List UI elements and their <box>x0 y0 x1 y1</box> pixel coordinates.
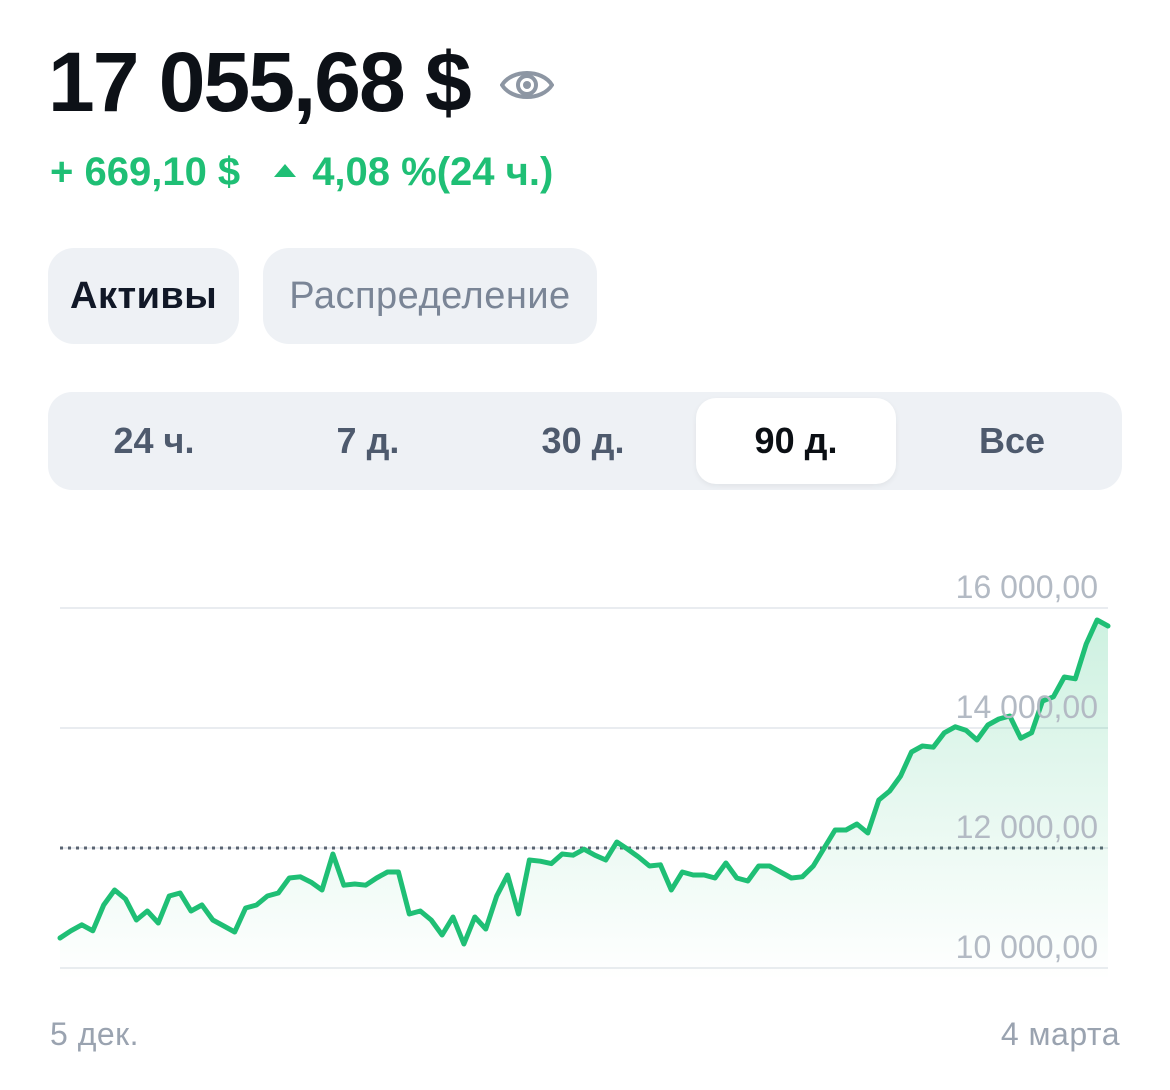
triangle-up-icon <box>274 164 297 177</box>
tab-assets[interactable]: Активы <box>48 248 240 344</box>
total-balance: 17 055,68 $ <box>48 35 472 129</box>
change-row: + 669,10 $ 4,08 % (24 ч.) <box>50 150 553 195</box>
chart-area <box>60 620 1108 980</box>
eye-icon[interactable] <box>499 65 554 105</box>
portfolio-chart[interactable]: 16 000,00 14 000,00 12 000,00 10 000,00 <box>0 540 1170 1000</box>
range-30d[interactable]: 30 д. <box>483 398 683 484</box>
change-period: (24 ч.) <box>436 150 554 194</box>
start-date: 5 дек. <box>50 1016 140 1052</box>
y-tick-label: 16 000,00 <box>956 569 1098 605</box>
range-all[interactable]: Все <box>912 398 1112 484</box>
range-selector: 24 ч. 7 д. 30 д. 90 д. Все <box>48 392 1122 490</box>
range-24h[interactable]: 24 ч. <box>54 398 254 484</box>
range-7d[interactable]: 7 д. <box>268 398 468 484</box>
balance-row: 17 055,68 $ <box>48 40 554 124</box>
end-date: 4 марта <box>1000 1016 1120 1052</box>
view-tabs: Активы Распределение <box>48 248 597 344</box>
change-percent-group: 4,08 % (24 ч.) <box>274 150 553 195</box>
change-amount: + 669,10 $ <box>50 150 241 194</box>
y-tick-label: 12 000,00 <box>956 809 1098 845</box>
range-90d[interactable]: 90 д. <box>696 398 896 484</box>
y-tick-label: 10 000,00 <box>956 929 1098 965</box>
tab-allocation[interactable]: Распределение <box>263 248 597 344</box>
change-percent: 4,08 % <box>312 150 437 194</box>
y-tick-label: 14 000,00 <box>956 689 1098 725</box>
